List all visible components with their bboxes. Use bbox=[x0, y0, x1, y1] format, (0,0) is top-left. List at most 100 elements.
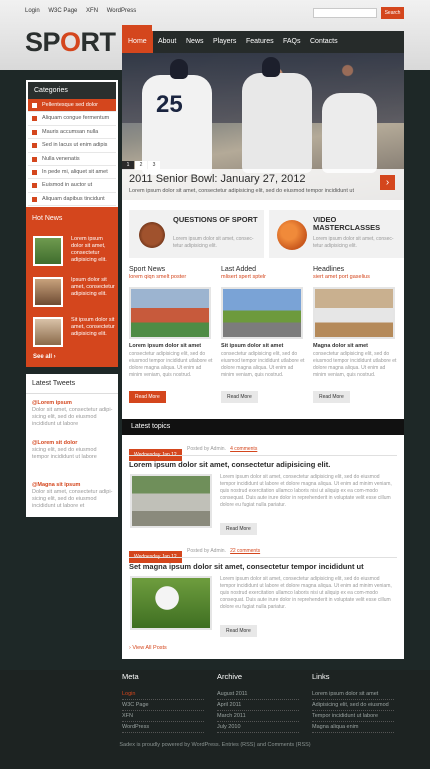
column-image[interactable] bbox=[129, 287, 211, 339]
footer-link[interactable]: Login bbox=[122, 689, 204, 700]
hot-news-item[interactable]: Sit ipsum dolor sit amet, consectetur ad… bbox=[33, 317, 115, 347]
category-item[interactable]: Aliquam dapibus tincidunt bbox=[28, 193, 116, 207]
hot-news-thumb-baseball[interactable] bbox=[33, 236, 63, 266]
nav-players[interactable]: Players bbox=[213, 31, 236, 53]
categories-widget: Categories Pellentesque sed dolor Aliqua… bbox=[26, 80, 118, 209]
slider-title[interactable]: 2011 Senior Bowl: January 27, 2012 bbox=[129, 173, 306, 185]
search-input[interactable] bbox=[313, 8, 377, 18]
hero-slider[interactable]: 25 123 2011 Senior Bowl: January 27, 201… bbox=[122, 53, 404, 200]
post-title[interactable]: Set magna ipsum dolor sit amet, consecte… bbox=[129, 562, 364, 571]
column-title[interactable]: Headlines bbox=[313, 266, 397, 273]
hot-news-text[interactable]: Sit ipsum dolor sit amet, consectetur ad… bbox=[71, 317, 115, 338]
read-more-button[interactable]: Read More bbox=[220, 523, 257, 535]
post-image[interactable] bbox=[130, 474, 212, 528]
footer-link[interactable]: Tempor incididunt ut labore bbox=[312, 711, 394, 722]
column-last-added: Last Added mlisert spert sptelr Sit ipsu… bbox=[221, 266, 305, 403]
player-figure-3 bbox=[322, 93, 377, 173]
tweet-author[interactable]: @Lorem ipsum bbox=[32, 400, 114, 407]
footer-link[interactable]: Lorem ipsum dolor sit amet bbox=[312, 689, 394, 700]
footer-link[interactable]: July 2010 bbox=[217, 722, 299, 733]
footer-link[interactable]: Magna aliqua enim bbox=[312, 722, 394, 733]
footer-link[interactable]: Adipisicing elit, sed do eiusmod bbox=[312, 700, 394, 711]
category-item[interactable]: In pede mi, aliquet sit amet bbox=[28, 166, 116, 180]
hot-news-thumb-boxing[interactable] bbox=[33, 277, 63, 307]
toplink-xfn[interactable]: XFN bbox=[86, 8, 98, 14]
promo-questions[interactable]: QUESTIONS OF SPORT Lorem ipsum dolor sit… bbox=[129, 210, 264, 258]
see-all-link[interactable]: See all › bbox=[33, 354, 56, 360]
post-title[interactable]: Lorem ipsum dolor sit amet, consectetur … bbox=[129, 460, 330, 469]
category-item[interactable]: Mauris accumsan nulla bbox=[28, 126, 116, 140]
column-image[interactable] bbox=[221, 287, 303, 339]
footer-link[interactable]: XFN bbox=[122, 711, 204, 722]
promo-video[interactable]: VIDEO MASTERCLASSES Lorem ipsum dolor si… bbox=[269, 210, 404, 258]
post-item: Wednesday Jan 12 Posted by Admin. 4 comm… bbox=[129, 443, 397, 535]
footer-link[interactable]: August 2011 bbox=[217, 689, 299, 700]
post-meta: Posted by Admin. 4 comments bbox=[187, 443, 257, 455]
post-image[interactable] bbox=[130, 576, 212, 630]
column-text: consectetur adipisicing elit, sed do eiu… bbox=[129, 351, 213, 378]
column-subtitle: siert amet port gaselius bbox=[313, 274, 370, 280]
jersey-number: 25 bbox=[156, 91, 183, 118]
player-figure bbox=[142, 75, 212, 175]
footer-link[interactable]: March 2011 bbox=[217, 711, 299, 722]
column-title[interactable]: Last Added bbox=[221, 266, 305, 273]
view-all-posts-link[interactable]: › View All Posts bbox=[129, 645, 167, 651]
footer-link[interactable]: W3C Page bbox=[122, 700, 204, 711]
hot-news-text[interactable]: Lorem ipsum dolor sit amet, consectetur … bbox=[71, 236, 115, 264]
read-more-button[interactable]: Read More bbox=[313, 391, 350, 403]
read-more-button[interactable]: Read More bbox=[221, 391, 258, 403]
hot-news-item[interactable]: Ipsum dolor sit amet, consectetur adipis… bbox=[33, 277, 115, 307]
category-item[interactable]: Pellentesque sed dolor bbox=[28, 99, 116, 113]
nav-features[interactable]: Features bbox=[246, 31, 274, 53]
post-divider bbox=[129, 557, 397, 558]
tweet-author[interactable]: @Lorem sit dolor bbox=[32, 440, 114, 447]
column-sport-news: Sport News lorem qiqn smelt poster Lorem… bbox=[129, 266, 213, 403]
column-subtitle: mlisert spert sptelr bbox=[221, 274, 266, 280]
hot-news-item[interactable]: Lorem ipsum dolor sit amet, consectetur … bbox=[33, 236, 113, 266]
footer-link[interactable]: April 2011 bbox=[217, 700, 299, 711]
tweet-item: @Lorem ipsum Dolor sit amet, consectetur… bbox=[32, 400, 114, 428]
latest-topics-title: Latest topics bbox=[122, 419, 404, 435]
read-more-button[interactable]: Read More bbox=[129, 391, 166, 403]
category-item[interactable]: Euismod in auctor ut bbox=[28, 179, 116, 193]
logo-accent: O bbox=[60, 27, 81, 57]
hot-news-text[interactable]: Ipsum dolor sit amet, consectetur adipis… bbox=[71, 277, 115, 298]
category-item[interactable]: Nulla venenatis bbox=[28, 153, 116, 166]
nav-contacts[interactable]: Contacts bbox=[310, 31, 338, 53]
toplink-wordpress[interactable]: WordPress bbox=[107, 8, 137, 14]
promo-title[interactable]: VIDEO MASTERCLASSES bbox=[313, 216, 398, 232]
footer-link[interactable]: WordPress bbox=[122, 722, 204, 733]
tweet-item: @Magna sit ipsum Dolor sit amet, consect… bbox=[32, 482, 114, 510]
nav-faqs[interactable]: FAQs bbox=[283, 31, 301, 53]
footer-title: Archive bbox=[217, 672, 243, 681]
search-button[interactable]: Search bbox=[381, 7, 404, 19]
nav-news[interactable]: News bbox=[186, 31, 204, 53]
toplink-w3c[interactable]: W3C Page bbox=[48, 8, 77, 14]
column-title[interactable]: Sport News bbox=[129, 266, 213, 273]
slider-next-arrow-icon[interactable]: › bbox=[380, 175, 395, 190]
hot-news-thumb-runner[interactable] bbox=[33, 317, 63, 347]
footer-title: Links bbox=[312, 672, 330, 681]
site-logo[interactable]: SPORT bbox=[25, 27, 116, 58]
promo-title[interactable]: QUESTIONS OF SPORT bbox=[173, 216, 258, 224]
tweet-item: @Lorem sit dolor sicing elit, sed do eiu… bbox=[32, 440, 114, 461]
column-image[interactable] bbox=[313, 287, 395, 339]
column-heading: Sit ipsum dolor sit amet bbox=[221, 343, 284, 349]
post-comments-link[interactable]: 4 comments bbox=[230, 446, 257, 452]
footer-title: Meta bbox=[122, 672, 139, 681]
read-more-button[interactable]: Read More bbox=[220, 625, 257, 637]
nav-home[interactable]: Home bbox=[122, 31, 153, 53]
nav-about[interactable]: About bbox=[158, 31, 176, 53]
tweet-author[interactable]: @Magna sit ipsum bbox=[32, 482, 114, 489]
player-helmet-2 bbox=[262, 57, 280, 77]
post-comments-link[interactable]: 22 comments bbox=[230, 548, 260, 554]
toplink-login[interactable]: Login bbox=[25, 8, 40, 14]
tweet-text: sicing elit, sed do eiusmod tempor incid… bbox=[32, 447, 97, 460]
footer-archive: Archive August 2011 April 2011 March 201… bbox=[217, 672, 299, 733]
post-item: Wednesday Jan 12 Posted by Admin. 22 com… bbox=[129, 545, 397, 637]
main-nav: Home About News Players Features FAQs Co… bbox=[122, 31, 404, 53]
logo-part-1: SP bbox=[25, 27, 61, 57]
footer-links: Links Lorem ipsum dolor sit amet Adipisi… bbox=[312, 672, 394, 733]
category-item[interactable]: Aliquam congue fermentum bbox=[28, 112, 116, 126]
category-item[interactable]: Sed in lacus ut enim adipis bbox=[28, 139, 116, 153]
